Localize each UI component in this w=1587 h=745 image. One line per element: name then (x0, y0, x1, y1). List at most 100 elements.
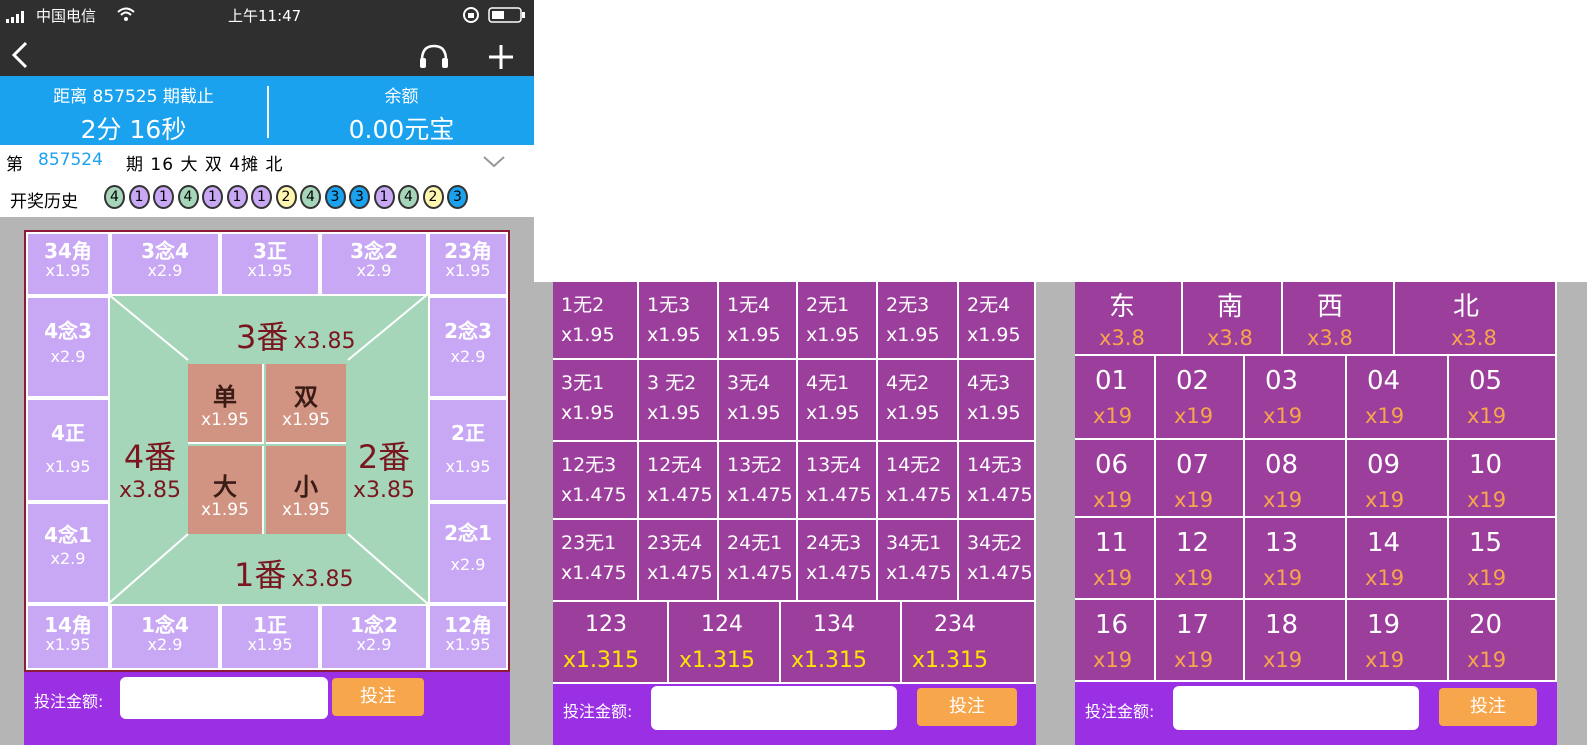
bet-cell[interactable]: 4无3 x1.95 (959, 360, 1036, 442)
bet-number[interactable]: 09 x19 (1347, 440, 1449, 518)
bet-number[interactable]: 17 x19 (1156, 600, 1245, 682)
bet-number[interactable]: 08 x19 (1245, 440, 1347, 518)
bet-cell[interactable]: 23无4 x1.475 (639, 520, 719, 602)
number-label: 08 (1265, 450, 1299, 480)
bet-fan-1[interactable]: 1番 x3.85 (234, 550, 353, 596)
bet-cell[interactable]: 24无3 x1.475 (798, 520, 878, 602)
bet-cell[interactable]: 14无3 x1.475 (959, 442, 1036, 520)
bet-cell[interactable]: 3无1 x1.95 (553, 360, 639, 442)
bet-cell[interactable]: 1无2 x1.95 (553, 282, 639, 360)
bet-fan-2[interactable]: 2番 x3.85 (352, 432, 416, 503)
bet-14-corner[interactable]: 14角 x1.95 (26, 604, 110, 670)
bet-cell[interactable]: 1无4 x1.95 (719, 282, 798, 360)
bet-fan-3[interactable]: 3番 x3.85 (236, 312, 355, 358)
bet-big[interactable]: 大 x1.95 (188, 446, 264, 534)
bet-number[interactable]: 01 x19 (1075, 356, 1156, 440)
bet-odd[interactable]: 单 x1.95 (188, 364, 264, 444)
bet-number[interactable]: 12 x19 (1156, 518, 1245, 600)
cell-odds: x1.95 (806, 402, 860, 424)
bet-2-nian-3[interactable]: 2念3 x2.9 (428, 296, 508, 398)
bet-cell[interactable]: 34无2 x1.475 (959, 520, 1036, 602)
headset-icon[interactable] (418, 42, 450, 76)
bet-fan-4[interactable]: 4番 x3.85 (118, 432, 182, 503)
bet-cell[interactable]: 1无3 x1.95 (639, 282, 719, 360)
bet-number[interactable]: 13 x19 (1245, 518, 1347, 600)
bet-amount-input[interactable] (1173, 686, 1419, 730)
bet-number[interactable]: 05 x19 (1449, 356, 1557, 440)
bet-number[interactable]: 14 x19 (1347, 518, 1449, 600)
bet-direction[interactable]: 西 x3.8 (1283, 282, 1395, 356)
bet-23-corner[interactable]: 23角 x1.95 (428, 232, 508, 296)
last-period-row[interactable]: 第 857524 期 16 大 双 4摊 北 (0, 145, 534, 179)
bet-number[interactable]: 06 x19 (1075, 440, 1156, 518)
bet-cell[interactable]: 24无1 x1.475 (719, 520, 798, 602)
bet-3-zheng[interactable]: 3正 x1.95 (220, 232, 320, 296)
bet-cell[interactable]: 23无1 x1.475 (553, 520, 639, 602)
bet-cell[interactable]: 34无1 x1.475 (878, 520, 959, 602)
bet-number[interactable]: 20 x19 (1449, 600, 1557, 682)
number-odds: x19 (1365, 488, 1405, 512)
bet-label: 4念3 (44, 319, 92, 343)
direction-label: 南 (1217, 292, 1244, 322)
bet-cell[interactable]: 13无4 x1.475 (798, 442, 878, 520)
bet-cell[interactable]: 14无2 x1.475 (878, 442, 959, 520)
bet-cell[interactable]: 4无2 x1.95 (878, 360, 959, 442)
bet-4-nian-3[interactable]: 4念3 x2.9 (26, 296, 110, 398)
bet-label: 12角 (444, 613, 492, 637)
bet-number[interactable]: 18 x19 (1245, 600, 1347, 682)
bet-cell[interactable]: 3无4 x1.95 (719, 360, 798, 442)
bet-cell[interactable]: 4无1 x1.95 (798, 360, 878, 442)
bet-number[interactable]: 19 x19 (1347, 600, 1449, 682)
bet-34-corner[interactable]: 34角 x1.95 (26, 232, 110, 296)
bet-odds: x2.9 (450, 555, 486, 574)
number-label: 09 (1367, 450, 1401, 480)
bet-3-nian-2[interactable]: 3念2 x2.9 (320, 232, 428, 296)
bet-12-corner[interactable]: 12角 x1.95 (428, 604, 508, 670)
bet-1-nian-2[interactable]: 1念2 x2.9 (320, 604, 428, 670)
bet-direction[interactable]: 北 x3.8 (1395, 282, 1557, 356)
bet-direction[interactable]: 东 x3.8 (1075, 282, 1183, 356)
bet-cell-triple[interactable]: 234 x1.315 (902, 602, 1036, 684)
bet-number[interactable]: 15 x19 (1449, 518, 1557, 600)
bet-submit-button[interactable]: 投注 (1439, 688, 1537, 726)
bet-number[interactable]: 11 x19 (1075, 518, 1156, 600)
bet-direction[interactable]: 南 x3.8 (1183, 282, 1283, 356)
bet-number[interactable]: 04 x19 (1347, 356, 1449, 440)
bet-cell-triple[interactable]: 123 x1.315 (553, 602, 669, 684)
wifi-icon (116, 6, 136, 26)
bet-number[interactable]: 10 x19 (1449, 440, 1557, 518)
bet-label: 2念1 (444, 521, 492, 545)
bet-amount-input[interactable] (120, 677, 328, 719)
bet-1-nian-4[interactable]: 1念4 x2.9 (110, 604, 220, 670)
bet-4-nian-1[interactable]: 4念1 x2.9 (26, 502, 110, 604)
bet-cell[interactable]: 13无2 x1.475 (719, 442, 798, 520)
bet-cell-triple[interactable]: 124 x1.315 (669, 602, 781, 684)
bet-1-zheng[interactable]: 1正 x1.95 (220, 604, 320, 670)
back-icon[interactable] (8, 40, 32, 74)
bet-small[interactable]: 小 x1.95 (266, 446, 346, 534)
bet-cell[interactable]: 2无3 x1.95 (878, 282, 959, 360)
plus-icon[interactable] (486, 42, 516, 76)
bet-number[interactable]: 16 x19 (1075, 600, 1156, 682)
bet-cell[interactable]: 12无3 x1.475 (553, 442, 639, 520)
tile-label: 小 (294, 473, 318, 501)
bet-submit-button[interactable]: 投注 (917, 688, 1017, 726)
bet-2-nian-1[interactable]: 2念1 x2.9 (428, 502, 508, 604)
bet-amount-input[interactable] (651, 686, 897, 730)
bet-3-nian-4[interactable]: 3念4 x2.9 (110, 232, 220, 296)
bet-cell[interactable]: 3 无2 x1.95 (639, 360, 719, 442)
bet-number[interactable]: 03 x19 (1245, 356, 1347, 440)
bet-submit-button[interactable]: 投注 (332, 678, 424, 716)
bet-cell-triple[interactable]: 134 x1.315 (781, 602, 902, 684)
bet-2-zheng[interactable]: 2正 x1.95 (428, 398, 508, 502)
number-odds: x19 (1467, 488, 1507, 512)
bet-even[interactable]: 双 x1.95 (266, 364, 346, 444)
bet-cell[interactable]: 2无1 x1.95 (798, 282, 878, 360)
bet-cell[interactable]: 2无4 x1.95 (959, 282, 1036, 360)
chevron-down-icon[interactable] (482, 154, 506, 174)
bet-number[interactable]: 02 x19 (1156, 356, 1245, 440)
bet-number[interactable]: 07 x19 (1156, 440, 1245, 518)
bet-4-zheng[interactable]: 4正 x1.95 (26, 398, 110, 502)
direction-odds: x3.8 (1307, 326, 1353, 350)
bet-cell[interactable]: 12无4 x1.475 (639, 442, 719, 520)
